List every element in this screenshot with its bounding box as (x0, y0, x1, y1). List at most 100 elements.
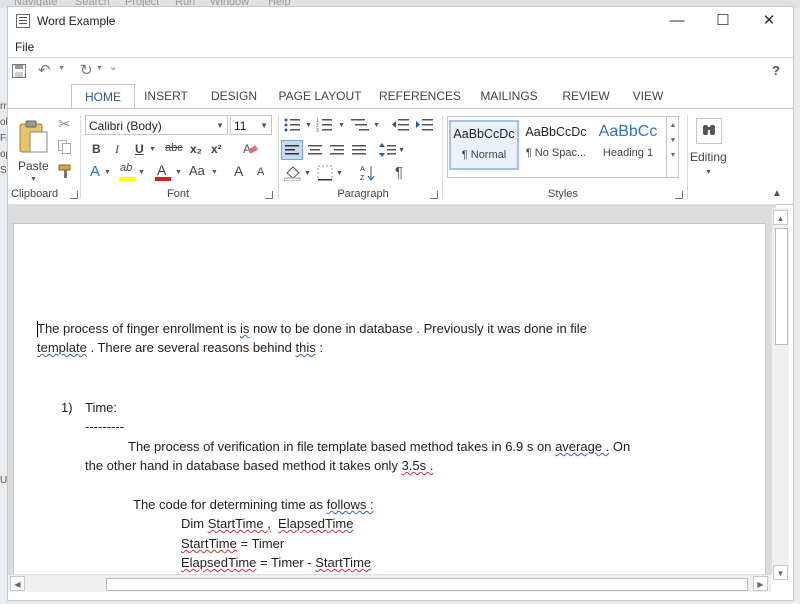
clear-formatting-icon[interactable]: A (242, 141, 258, 157)
styles-launcher-icon[interactable] (675, 191, 683, 199)
text-effects-dropdown-icon[interactable]: ▼ (104, 169, 111, 176)
paragraph-2-line-1: The process of verification in file temp… (128, 439, 631, 454)
scroll-down-icon[interactable]: ▼ (773, 565, 788, 580)
collapse-ribbon-icon[interactable]: ▲ (772, 188, 782, 199)
tab-home[interactable]: HOME (71, 84, 135, 109)
font-size-combo[interactable]: 11 ▼ (230, 115, 272, 135)
paste-dropdown-icon[interactable]: ▼ (30, 176, 37, 183)
scroll-right-icon[interactable]: ▶ (753, 576, 768, 591)
font-color-swatch (155, 177, 171, 181)
align-center-icon[interactable] (306, 141, 324, 159)
style-no-spacing[interactable]: AaBbCcDc ¶ No Spac... (521, 120, 591, 170)
word-window: Word Example — ☐ ✕ File ↶ ▼ ↻ ▼ ⌄ ? HOME… (7, 6, 794, 601)
subscript-button[interactable]: x₂ (190, 142, 202, 156)
undo-icon[interactable]: ↶ (38, 61, 51, 79)
tab-page-layout[interactable]: PAGE LAYOUT (274, 84, 366, 108)
shading-dropdown-icon[interactable]: ▼ (304, 170, 311, 177)
align-right-icon[interactable] (328, 141, 346, 159)
close-button[interactable]: ✕ (746, 7, 792, 35)
change-case-dropdown-icon[interactable]: ▼ (211, 169, 218, 176)
horizontal-scroll-thumb[interactable] (106, 578, 748, 591)
styles-more-icon[interactable]: ▾ (667, 150, 679, 159)
align-left-icon (285, 145, 299, 155)
font-color-button[interactable]: A (157, 162, 166, 178)
show-marks-button[interactable]: ¶ (395, 164, 403, 181)
spelling-flag: 3.5s . (401, 458, 434, 473)
customize-qat-icon[interactable]: ⌄ (109, 62, 117, 73)
chevron-down-icon: ▼ (216, 121, 224, 130)
scroll-up-icon[interactable]: ▲ (773, 210, 788, 225)
font-color-dropdown-icon[interactable]: ▼ (175, 169, 182, 176)
tab-mailings[interactable]: MAILINGS (474, 84, 544, 108)
group-separator (442, 115, 443, 199)
menu-bar: File (8, 35, 793, 58)
grow-font-button[interactable]: A (234, 163, 243, 179)
spelling-flag: StartTime (181, 536, 237, 551)
highlight-button[interactable]: ab (120, 162, 132, 174)
highlight-dropdown-icon[interactable]: ▼ (138, 169, 145, 176)
numbering-icon[interactable]: 1 2 3 (316, 117, 336, 133)
tab-references[interactable]: REFERENCES (378, 84, 462, 108)
increase-indent-icon[interactable] (416, 117, 434, 133)
spelling-flag: StartTime (315, 555, 372, 570)
style-normal[interactable]: AaBbCcDc ¶ Normal (449, 120, 519, 170)
text-effects-button[interactable]: A (90, 163, 100, 180)
bullets-dropdown-icon[interactable]: ▼ (305, 122, 312, 129)
multilevel-dropdown-icon[interactable]: ▼ (373, 122, 380, 129)
tab-insert[interactable]: INSERT (138, 84, 194, 108)
font-launcher-icon[interactable] (265, 191, 273, 199)
decrease-indent-icon[interactable] (392, 117, 410, 133)
underline-button[interactable]: U (135, 142, 144, 156)
strikethrough-button[interactable]: abc (165, 142, 183, 154)
copy-icon[interactable] (58, 140, 72, 154)
borders-icon[interactable] (317, 165, 333, 181)
clipboard-launcher-icon[interactable] (70, 191, 78, 199)
tab-review[interactable]: REVIEW (556, 84, 616, 108)
group-separator (687, 115, 688, 199)
paste-button[interactable]: Paste (18, 159, 49, 173)
change-case-button[interactable]: Aa (189, 163, 205, 178)
tab-view[interactable]: VIEW (626, 84, 670, 108)
tab-design[interactable]: DESIGN (204, 84, 264, 108)
editing-button[interactable]: Editing (690, 150, 727, 164)
minimize-button[interactable]: — (654, 7, 700, 35)
superscript-button[interactable]: x² (211, 142, 222, 156)
undo-dropdown-icon[interactable]: ▼ (58, 65, 65, 72)
redo-dropdown-icon[interactable]: ▼ (96, 65, 103, 72)
scroll-left-icon[interactable]: ◀ (10, 576, 25, 591)
save-icon[interactable] (12, 64, 26, 78)
format-painter-icon[interactable] (58, 163, 74, 179)
shading-icon[interactable] (284, 165, 302, 181)
menu-file[interactable]: File (15, 40, 34, 54)
vertical-scroll-thumb[interactable] (775, 228, 788, 345)
document-page[interactable]: The process of finger enrollment is is n… (13, 223, 766, 585)
horizontal-scrollbar[interactable]: ◀ ▶ (8, 574, 771, 592)
redo-icon[interactable]: ↻ (80, 61, 93, 79)
style-heading-1[interactable]: AaBbCc Heading 1 (593, 120, 663, 170)
svg-text:3: 3 (316, 128, 319, 133)
editing-dropdown-icon[interactable]: ▼ (705, 169, 712, 176)
binoculars-icon[interactable] (696, 118, 722, 144)
paste-icon[interactable] (17, 118, 49, 154)
bold-button[interactable]: B (92, 142, 101, 156)
italic-button[interactable]: I (115, 142, 119, 157)
cut-icon[interactable]: ✂ (58, 115, 71, 133)
maximize-button[interactable]: ☐ (700, 7, 746, 35)
justify-icon[interactable] (350, 141, 368, 159)
line-spacing-dropdown-icon[interactable]: ▼ (398, 147, 405, 154)
shrink-font-button[interactable]: A (257, 166, 264, 178)
vertical-scrollbar[interactable]: ▲ ▼ (771, 208, 789, 580)
line-spacing-icon[interactable] (379, 141, 397, 159)
sort-icon[interactable]: AZ (360, 164, 376, 182)
underline-dropdown-icon[interactable]: ▼ (149, 146, 156, 153)
help-button[interactable]: ? (772, 63, 780, 78)
numbering-dropdown-icon[interactable]: ▼ (338, 122, 345, 129)
align-left-button[interactable] (281, 140, 303, 160)
font-family-combo[interactable]: Calibri (Body) ▼ (85, 115, 228, 135)
borders-dropdown-icon[interactable]: ▼ (336, 170, 343, 177)
multilevel-list-icon[interactable] (351, 117, 371, 133)
chevron-down-icon[interactable]: ▼ (667, 137, 679, 144)
paragraph-launcher-icon[interactable] (430, 191, 438, 199)
chevron-up-icon[interactable]: ▲ (667, 122, 679, 129)
bullets-icon[interactable] (284, 118, 304, 132)
